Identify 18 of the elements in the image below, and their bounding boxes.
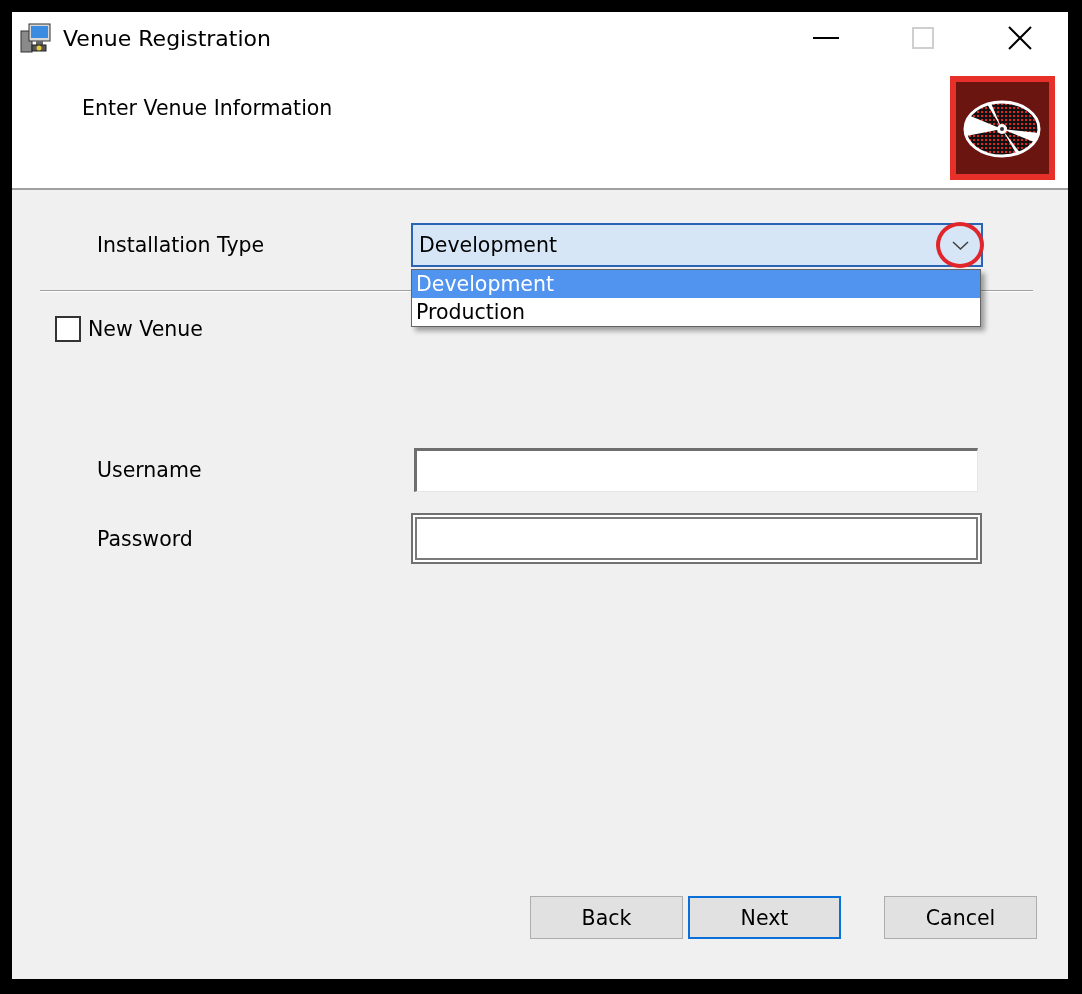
dialog-button[interactable]: Next — [688, 896, 841, 939]
field-label: Installation Type — [97, 233, 266, 257]
checkbox-label: New Venue — [88, 317, 203, 341]
dialog-button[interactable]: Back — [530, 896, 683, 939]
text-field[interactable] — [414, 448, 978, 492]
chevron-icon — [952, 240, 969, 250]
close-icon[interactable] — [1007, 26, 1032, 50]
field-label: Password — [97, 526, 194, 551]
dropdown[interactable]: Development — [411, 223, 983, 267]
monitor-icon — [20, 22, 52, 54]
checkbox[interactable] — [55, 316, 81, 342]
field-label: Username — [97, 458, 203, 482]
password-field[interactable] — [411, 513, 982, 564]
dialog-button[interactable]: Cancel — [884, 896, 1037, 939]
window-title: Venue Registration — [63, 25, 271, 51]
dropdown-option[interactable]: Production — [412, 298, 980, 326]
page-heading: Enter Venue Information — [82, 96, 333, 120]
minimize-icon[interactable] — [812, 37, 839, 39]
